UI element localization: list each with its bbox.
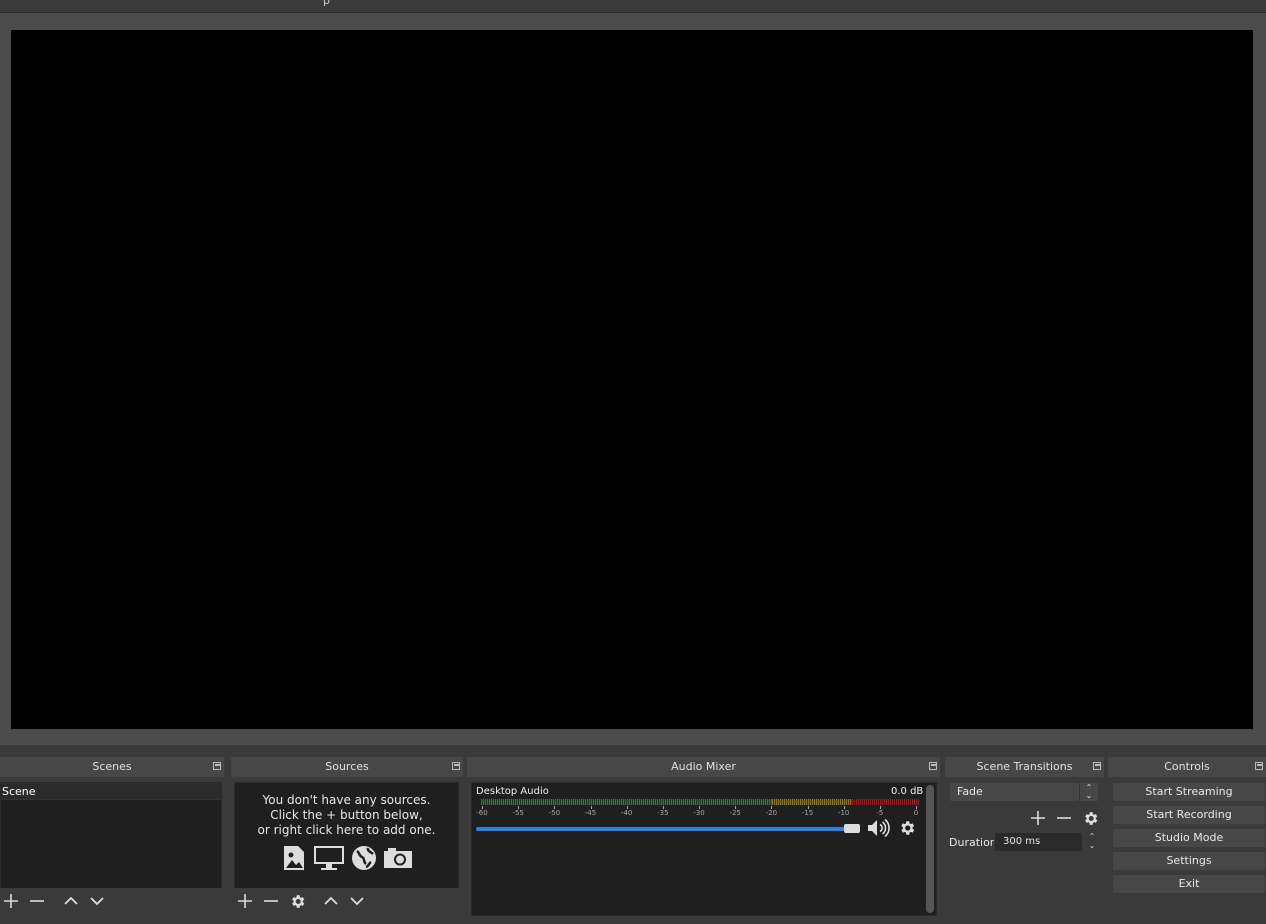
speaker-icon[interactable] — [867, 818, 891, 841]
meter-tick-label: -45 — [584, 809, 597, 817]
sources-toolbar — [234, 888, 459, 914]
meter-tick-label: -35 — [657, 809, 669, 817]
sources-dock-title: Sources — [231, 757, 463, 777]
move-down-icon[interactable] — [86, 890, 108, 912]
scenes-list[interactable]: Scene — [0, 782, 222, 889]
menu-fragment: p — [323, 0, 330, 7]
meter-scale: -60 -55 -50 -45 -40 -35 -30 -25 -20 -15 -10 -5 0 — [476, 806, 919, 820]
add-icon[interactable] — [0, 890, 22, 912]
volume-slider-fill — [476, 827, 852, 831]
meter-tick-label: -25 — [729, 809, 741, 817]
undock-icon[interactable] — [1255, 762, 1263, 770]
undock-icon[interactable] — [213, 762, 221, 770]
preview-canvas[interactable] — [11, 30, 1253, 729]
undock-icon[interactable] — [929, 762, 937, 770]
audio-mixer-title: Audio Mixer — [671, 760, 736, 773]
controls-dock-title: Controls — [1108, 757, 1266, 777]
mixer-panel: Desktop Audio 0.0 dB -60 -55 -50 -45 -40 -35-… — [471, 782, 937, 916]
sources-empty-line3: or right click here to add one. — [257, 823, 436, 837]
display-capture-icon — [312, 844, 346, 872]
sources-title: Sources — [325, 760, 369, 773]
sources-empty-line1: You don't have any sources. — [262, 793, 431, 807]
meter-tick-label: -40 — [620, 809, 633, 817]
undock-icon[interactable] — [1093, 762, 1101, 770]
meter-tick-label: -15 — [801, 809, 814, 817]
audio-mixer-dock-title: Audio Mixer — [467, 757, 940, 777]
camera-icon — [382, 844, 414, 872]
source-type-icons — [235, 844, 458, 872]
volume-slider[interactable] — [476, 824, 860, 833]
duration-spinbox[interactable]: 300 ms — [994, 832, 1083, 852]
spin-arrows-icon[interactable]: ⌃ ⌄ — [1085, 832, 1099, 852]
meter-tick-label: -10 — [837, 809, 850, 817]
move-down-icon[interactable] — [346, 890, 368, 912]
move-up-icon[interactable] — [320, 890, 342, 912]
settings-button[interactable]: Settings — [1112, 851, 1266, 871]
chevron-updown-icon: ⌃ ⌄ — [1079, 783, 1098, 801]
remove-icon[interactable] — [1053, 807, 1075, 829]
undock-icon[interactable] — [452, 762, 460, 770]
studio-mode-button[interactable]: Studio Mode — [1112, 828, 1266, 848]
transition-toolbar — [1027, 807, 1101, 829]
audio-mixer-dock: Audio Mixer Desktop Audio 0.0 dB -60 -55 -… — [467, 757, 940, 924]
scenes-dock: Scenes Scene — [0, 757, 224, 924]
volume-slider-handle[interactable] — [844, 824, 860, 833]
controls-title: Controls — [1164, 760, 1210, 773]
meter-tick-label: -60 — [476, 809, 488, 817]
meter-red-zone — [852, 799, 919, 805]
scene-list-item[interactable]: Scene — [1, 783, 221, 800]
meter-yellow-zone — [772, 799, 852, 805]
meter-tick-label: 0 — [913, 809, 919, 817]
remove-icon[interactable] — [26, 890, 48, 912]
scene-transitions-dock: Scene Transitions Fade ⌃ ⌄ Duration 300 m… — [945, 757, 1104, 924]
start-streaming-button[interactable]: Start Streaming — [1112, 782, 1266, 802]
gear-icon[interactable] — [1079, 807, 1101, 829]
remove-icon[interactable] — [260, 890, 282, 912]
channel-level: 0.0 dB — [891, 786, 924, 797]
preview-area — [0, 12, 1266, 745]
gear-icon[interactable] — [898, 819, 916, 840]
mixer-scrollbar[interactable] — [926, 785, 934, 913]
duration-value: 300 ms — [1003, 836, 1041, 847]
scene-transitions-dock-title: Scene Transitions — [945, 757, 1104, 777]
meter-tick-label: -55 — [512, 809, 524, 817]
meter-green-zone — [481, 799, 772, 805]
sources-dock: Sources You don't have any sources. Clic… — [231, 757, 463, 924]
sources-list[interactable]: You don't have any sources. Click the + … — [234, 782, 459, 889]
menu-bar: p — [0, 0, 1266, 12]
sources-empty-line2: Click the + button below, — [270, 808, 423, 822]
transition-select[interactable]: Fade ⌃ ⌄ — [949, 782, 1099, 802]
move-up-icon[interactable] — [60, 890, 82, 912]
gear-icon[interactable] — [286, 890, 308, 912]
browser-globe-icon — [350, 844, 378, 872]
volume-meter — [481, 799, 919, 805]
add-icon[interactable] — [234, 890, 256, 912]
scenes-dock-title: Scenes — [0, 757, 224, 777]
scenes-toolbar — [0, 888, 222, 914]
scenes-title: Scenes — [92, 760, 132, 773]
start-recording-button[interactable]: Start Recording — [1112, 805, 1266, 825]
add-icon[interactable] — [1027, 807, 1049, 829]
channel-name: Desktop Audio — [476, 786, 549, 797]
image-icon — [280, 844, 308, 872]
meter-tick-label: -5 — [876, 809, 884, 817]
duration-label: Duration — [949, 836, 997, 849]
scene-transitions-title: Scene Transitions — [976, 760, 1073, 773]
controls-dock: Controls Start Streaming Start Recording… — [1108, 757, 1266, 924]
meter-tick-label: -30 — [693, 809, 705, 817]
transition-selected: Fade — [957, 785, 983, 798]
exit-button[interactable]: Exit — [1112, 874, 1266, 894]
meter-tick-label: -20 — [765, 809, 778, 817]
meter-tick-label: -50 — [548, 809, 561, 817]
